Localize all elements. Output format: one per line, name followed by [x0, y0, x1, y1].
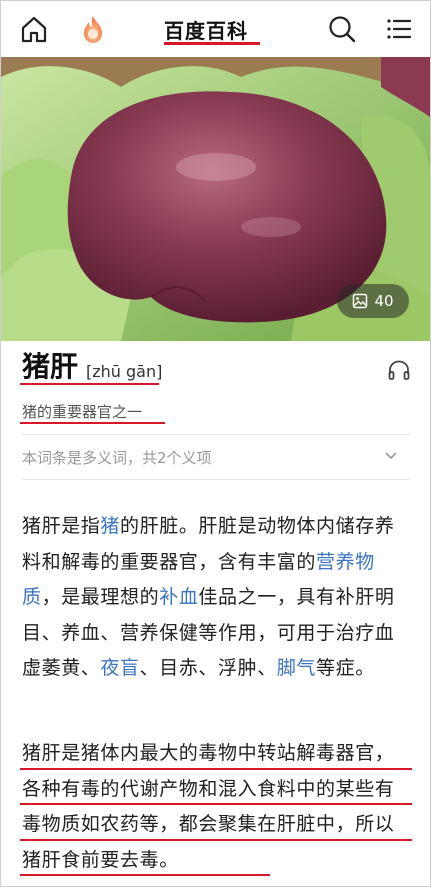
hero-photo[interactable]: 40: [1, 57, 430, 341]
text: ，是最理想的: [41, 586, 160, 609]
menu-icon[interactable]: [383, 13, 415, 45]
text: 、目赤、浮肿、: [139, 657, 277, 680]
fire-icon[interactable]: [77, 13, 109, 45]
home-icon[interactable]: [18, 13, 50, 45]
app-frame: 百度百科 40 猪肝 [zhū gān] 猪的重要器官之一 本词条是多义词，共2…: [0, 0, 431, 887]
search-icon[interactable]: [326, 13, 358, 45]
title-underline: [20, 383, 159, 385]
divider: [22, 479, 410, 480]
link-pig[interactable]: 猪: [100, 515, 120, 537]
divider: [22, 434, 410, 435]
link-blood-tonic[interactable]: 补血: [159, 586, 198, 608]
highlight-underline: [20, 839, 412, 841]
photo-count: 40: [374, 292, 394, 310]
link-night-blindness[interactable]: 夜盲: [100, 657, 139, 679]
entry-subtitle: 猪的重要器官之一: [22, 403, 143, 421]
polysemy-notice[interactable]: 本词条是多义词，共2个义项: [22, 447, 212, 468]
logo-underline: [164, 42, 260, 45]
chevron-down-icon[interactable]: [384, 448, 398, 462]
paragraph-1: 猪肝是指猪的肝脏。肝脏是动物体内储存养料和解毒的重要器官，含有丰富的营养物质，是…: [22, 509, 412, 687]
site-logo[interactable]: 百度百科: [164, 15, 248, 44]
top-bar: 百度百科: [1, 1, 430, 57]
link-beriberi[interactable]: 脚气: [277, 657, 316, 679]
subtitle-underline: [20, 422, 165, 424]
highlight-underline: [20, 768, 412, 770]
highlight-underline: [20, 803, 412, 805]
gallery-icon: [353, 293, 368, 309]
photo-gallery-badge[interactable]: 40: [337, 284, 409, 318]
entry-pinyin: [zhū gān]: [86, 362, 163, 381]
headphone-icon[interactable]: [387, 359, 411, 381]
paragraph-2: 猪肝是猪体内最大的毒物中转站解毒器官，各种有毒的代谢产物和混入食料中的某些有毒物…: [22, 742, 395, 871]
highlight-underline: [20, 874, 270, 876]
entry-title-row: 猪肝 [zhū gān]: [22, 349, 162, 385]
text: 等症。: [316, 657, 375, 680]
text: 猪肝是指: [22, 515, 101, 537]
entry-title: 猪肝: [22, 350, 79, 383]
